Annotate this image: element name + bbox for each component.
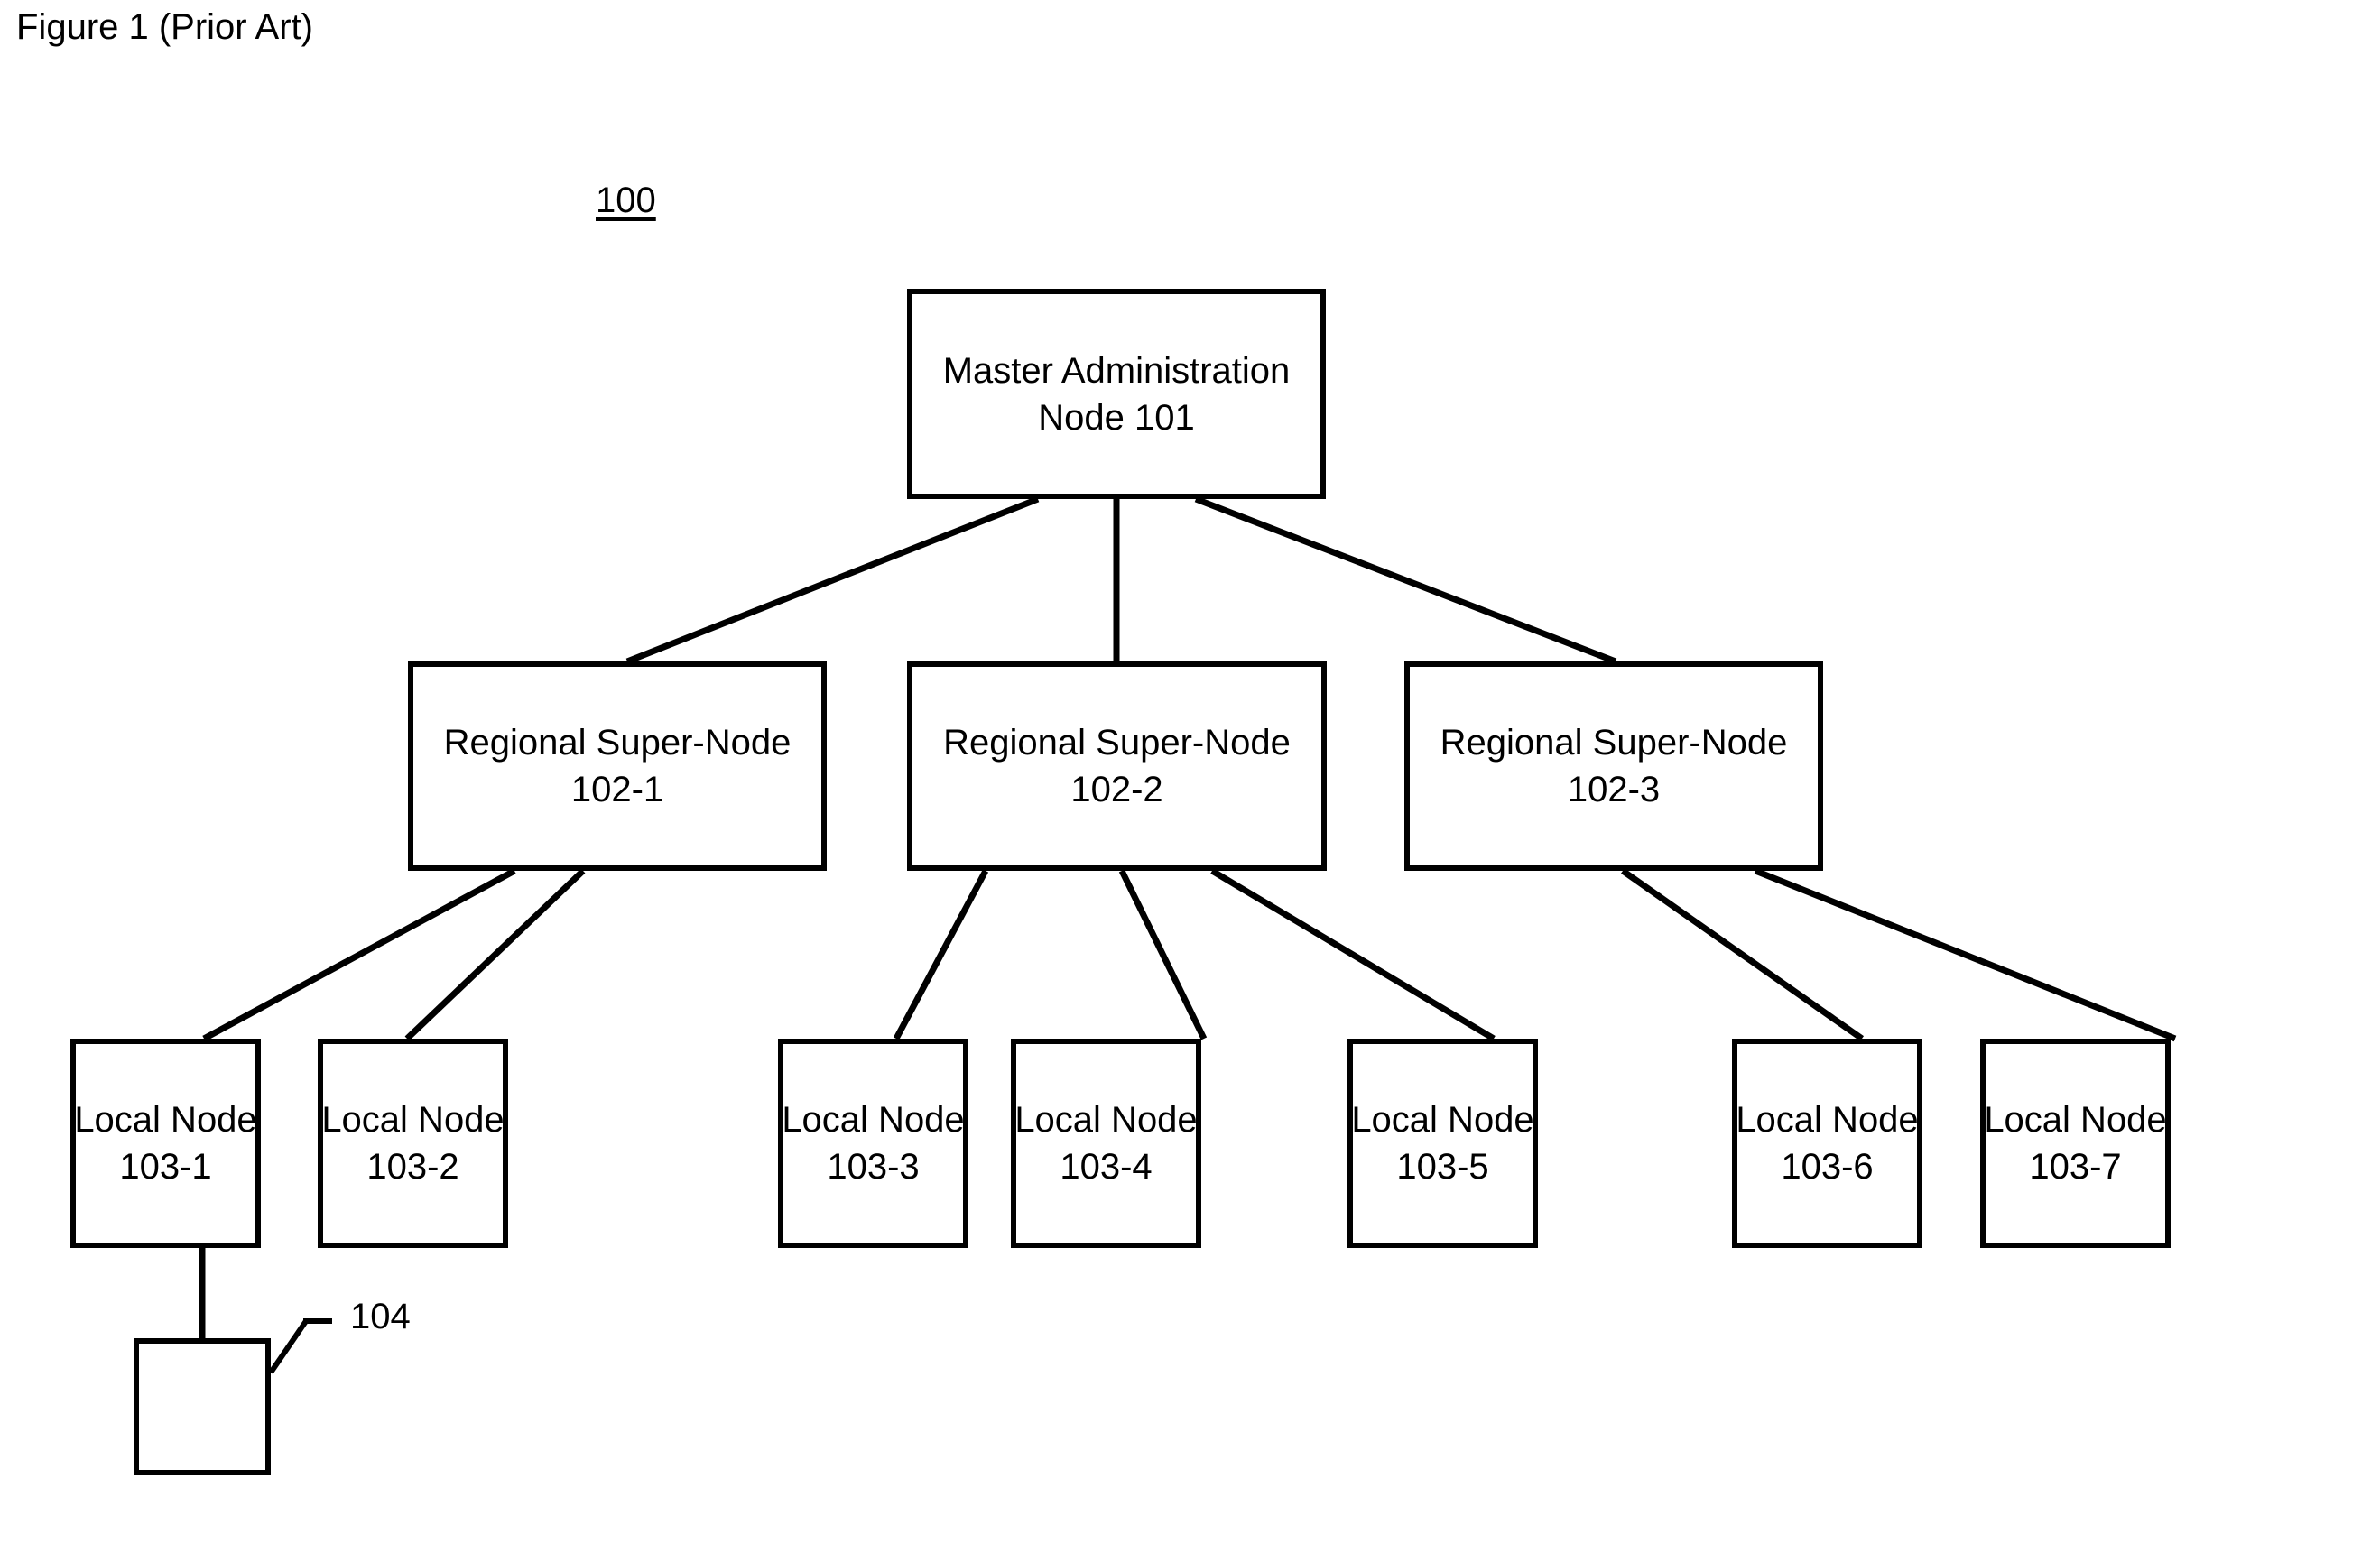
local-node-103-4-label-line2: 103-4 (1060, 1147, 1153, 1187)
master-node-label-line2: Node 101 (1038, 397, 1195, 438)
figure-title: Figure 1 (Prior Art) (16, 7, 313, 47)
super-node-102-1-label-line2: 102-1 (570, 770, 664, 809)
edge-102-3-to-103-7 (1754, 867, 2177, 1042)
super-node-102-2-label-line1: Regional Super-Node (943, 723, 1291, 763)
figure-canvas: Figure 1 (Prior Art) 100 Master Administ… (0, 0, 2380, 1553)
local-node-103-7-label-line1: Local Node (1984, 1100, 2167, 1140)
super-node-102-2-label-line2: 102-2 (1070, 770, 1163, 809)
leader-line-104 (268, 1318, 332, 1374)
local-node-103-1-label-line2: 103-1 (119, 1147, 212, 1187)
reference-numeral-104: 104 (350, 1297, 411, 1336)
local-node-box-103-3[interactable]: Local Node 103-3 (778, 1039, 968, 1248)
local-node-box-103-1[interactable]: Local Node 103-1 (70, 1039, 261, 1248)
regional-super-node-box-102-1[interactable]: Regional Super-Node 102-1 (408, 661, 827, 871)
super-node-102-3-label-line1: Regional Super-Node (1440, 723, 1788, 763)
local-node-103-6-label-line2: 103-6 (1781, 1147, 1874, 1187)
edge-101-to-102-3 (1194, 495, 1617, 665)
master-node-label-line1: Master Administration (942, 350, 1291, 391)
local-node-103-7-label-line2: 103-7 (2029, 1147, 2122, 1187)
local-node-box-103-2[interactable]: Local Node 103-2 (318, 1039, 508, 1248)
edge-102-2-to-103-3 (893, 869, 989, 1040)
edge-102-1-to-103-1 (202, 867, 516, 1042)
edge-102-2-to-103-4 (1118, 869, 1208, 1040)
super-node-102-1-label-line1: Regional Super-Node (443, 723, 792, 763)
edge-102-3-to-103-6 (1620, 868, 1865, 1041)
local-node-box-103-6[interactable]: Local Node 103-6 (1732, 1039, 1922, 1248)
local-node-box-103-4[interactable]: Local Node 103-4 (1011, 1039, 1201, 1248)
local-node-103-1-label-line1: Local Node (74, 1100, 257, 1140)
local-node-103-4-label-line1: Local Node (1014, 1100, 1198, 1140)
local-node-103-3-label-line2: 103-3 (827, 1147, 920, 1187)
local-node-box-103-5[interactable]: Local Node 103-5 (1347, 1039, 1538, 1248)
local-node-103-2-label-line2: 103-2 (366, 1147, 459, 1187)
local-node-103-6-label-line1: Local Node (1736, 1100, 1919, 1140)
regional-super-node-box-102-2[interactable]: Regional Super-Node 102-2 (907, 661, 1327, 871)
local-node-103-2-label-line1: Local Node (321, 1100, 505, 1140)
super-node-102-3-label-line2: 102-3 (1567, 770, 1661, 809)
edge-102-2-to-103-5 (1210, 867, 1496, 1042)
regional-super-node-box-102-3[interactable]: Regional Super-Node 102-3 (1404, 661, 1823, 871)
unlabeled-box-104[interactable] (134, 1338, 271, 1475)
edge-102-1-to-103-2 (404, 868, 586, 1041)
figure-reference-numeral-100: 100 (596, 180, 656, 220)
master-administration-node-box[interactable]: Master Administration Node 101 (907, 289, 1326, 499)
local-node-103-5-label-line2: 103-5 (1396, 1147, 1489, 1187)
local-node-box-103-7[interactable]: Local Node 103-7 (1980, 1039, 2171, 1248)
local-node-103-3-label-line1: Local Node (782, 1100, 965, 1140)
local-node-103-5-label-line1: Local Node (1351, 1100, 1534, 1140)
edge-101-to-102-1 (625, 495, 1040, 665)
